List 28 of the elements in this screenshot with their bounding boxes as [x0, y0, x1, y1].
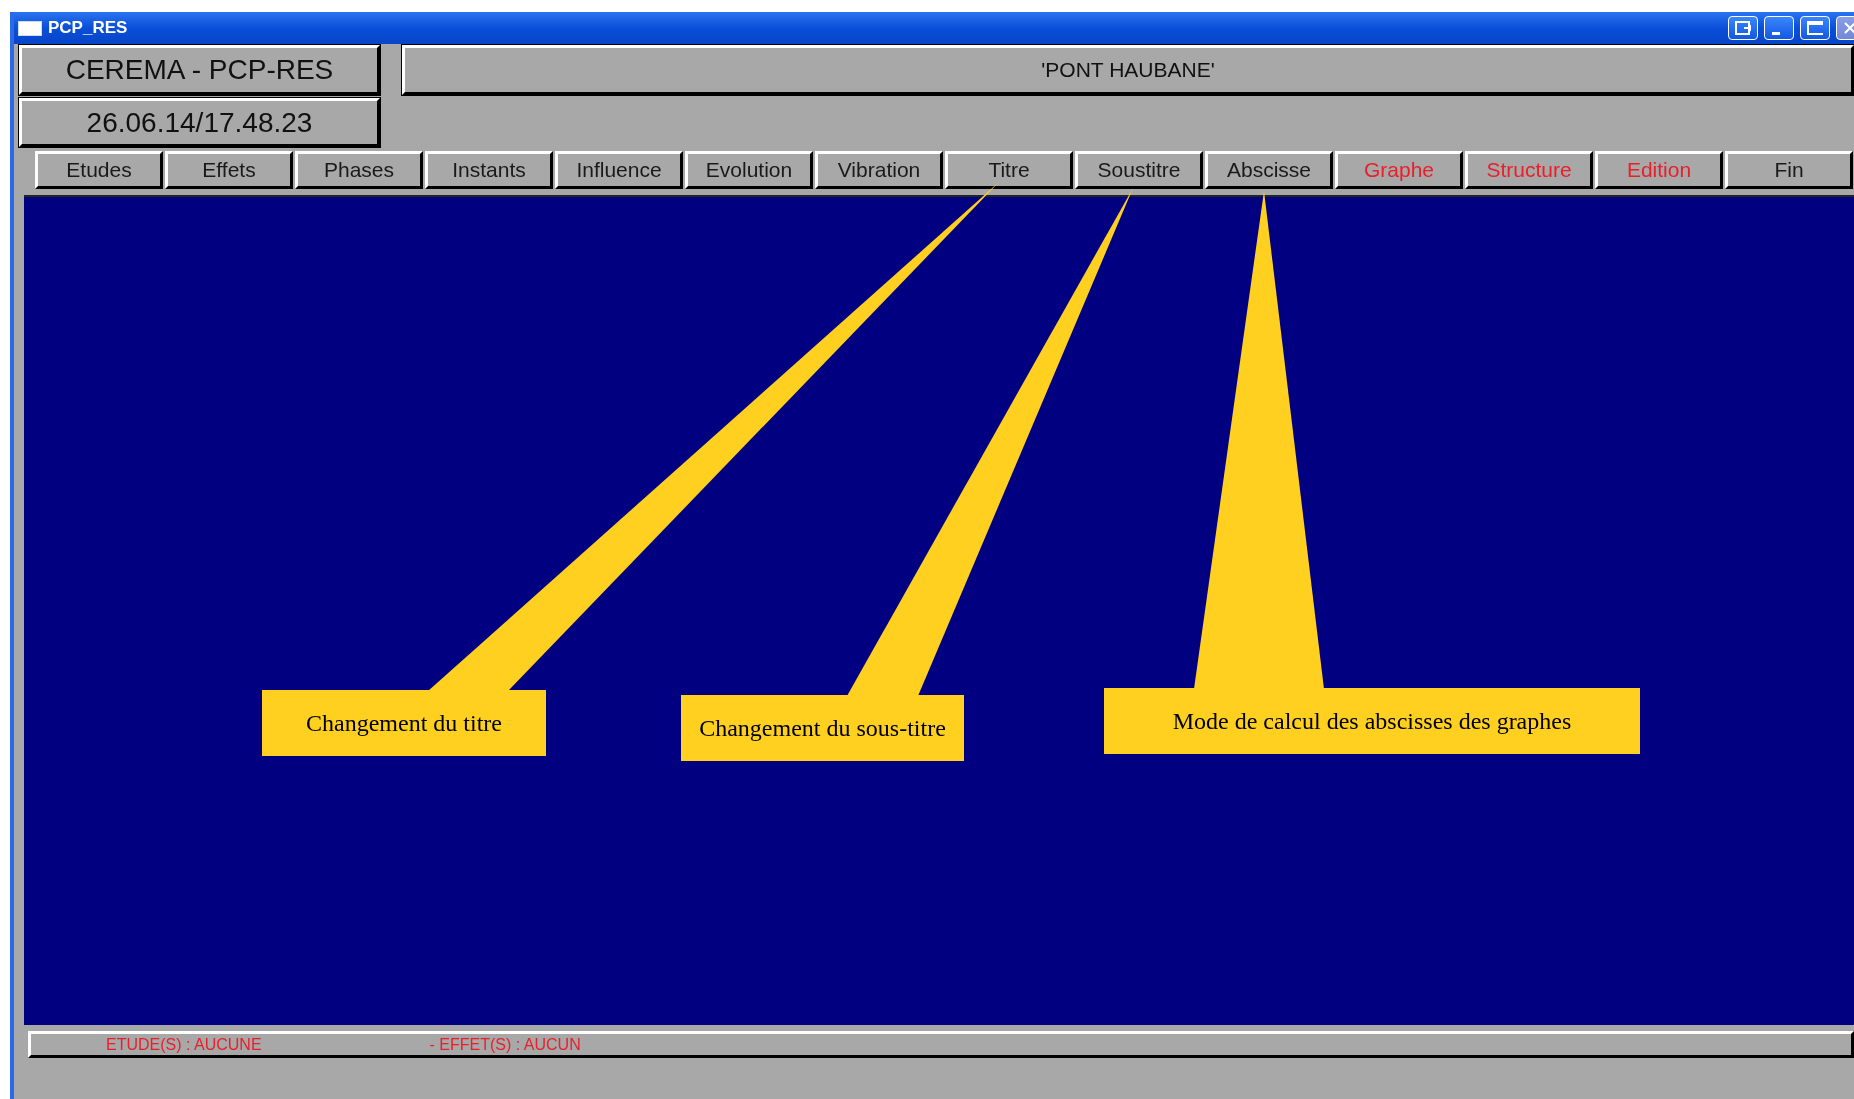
menu-button[interactable]: Evolution — [685, 151, 813, 189]
restore-icon — [1735, 21, 1751, 35]
menu-button[interactable]: Soustitre — [1075, 151, 1203, 189]
callout-label: Changement du titre — [262, 690, 546, 756]
menu-button[interactable]: Vibration — [815, 151, 943, 189]
menu-button[interactable]: Instants — [425, 151, 553, 189]
menu-button[interactable]: Influence — [555, 151, 683, 189]
maximize-button[interactable] — [1800, 16, 1830, 40]
restore-button[interactable] — [1728, 16, 1758, 40]
app-name: CEREMA - PCP-RES — [19, 45, 380, 95]
menu-button[interactable]: Fin — [1725, 151, 1853, 189]
menu-button[interactable]: Etudes — [35, 151, 163, 189]
app-icon — [18, 20, 42, 36]
callout-label: Mode de calcul des abscisses des graphes — [1104, 688, 1640, 754]
minimize-icon — [1772, 31, 1780, 35]
status-text: - EFFET(S) : AUCUN — [429, 1035, 581, 1054]
maximize-icon — [1807, 21, 1823, 35]
status-text: ETUDE(S) : AUCUNE — [106, 1035, 262, 1054]
close-icon — [1843, 21, 1854, 35]
menu-button[interactable]: Phases — [295, 151, 423, 189]
menu-button[interactable]: Effets — [165, 151, 293, 189]
project-title: 'PONT HAUBANE' — [402, 45, 1854, 95]
window-title: PCP_RES — [48, 18, 128, 38]
timestamp: 26.06.14/17.48.23 — [19, 98, 380, 147]
minimize-button[interactable] — [1764, 16, 1794, 40]
menu-button[interactable]: Titre — [945, 151, 1073, 189]
callout-label: Changement du sous-titre — [681, 695, 964, 761]
menu-button[interactable]: Abscisse — [1205, 151, 1333, 189]
